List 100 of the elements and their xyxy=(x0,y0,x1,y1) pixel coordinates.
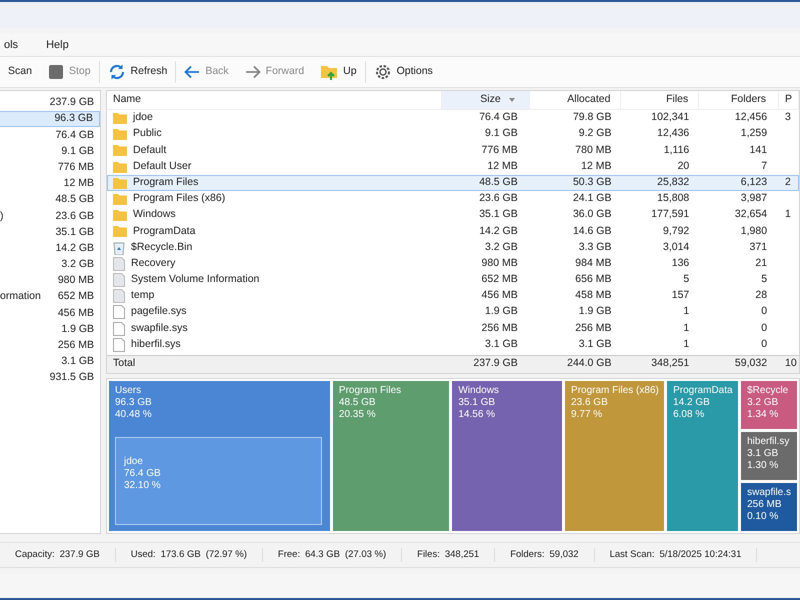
status-label: Free: xyxy=(278,548,300,562)
treemap-label: Windows xyxy=(458,384,500,397)
total-cell: 244.0 GB xyxy=(567,357,612,370)
tree-item[interactable]: 237.9 GB xyxy=(0,95,100,112)
table-cell: 1,116 xyxy=(664,144,690,156)
table-row[interactable]: Default User 12 MB 12 MB 20 7 xyxy=(107,158,799,175)
treemap-block[interactable]: $Recycle 3.2 GB 1.34 % xyxy=(741,380,797,429)
tree-item-size: 9.1 GB xyxy=(61,144,94,159)
treemap-label: 1.30 % xyxy=(747,460,780,472)
total-cell: 59,032 xyxy=(734,357,768,370)
settings-icon xyxy=(374,63,392,81)
stop-icon xyxy=(48,64,64,80)
treemap-label: 76.4 GB xyxy=(124,468,162,480)
table-row[interactable]: Default 776 MB 780 MB 1,116 141 xyxy=(107,142,799,159)
toolbar-button[interactable]: Up xyxy=(312,58,365,86)
status-label: Last Scan: xyxy=(610,548,654,562)
table-cell: 1 xyxy=(683,322,690,334)
tree-item[interactable]: 76.4 GB xyxy=(0,127,100,144)
table-cell: 25,832 xyxy=(657,176,690,188)
tree-item[interactable]: 48.5 GB xyxy=(0,192,100,208)
tree-item[interactable]: 456 MB xyxy=(0,305,100,322)
tree-item-size: 14.2 GB xyxy=(55,240,94,256)
tree-item[interactable]: 35.1 GB xyxy=(0,224,100,241)
tree-item[interactable]: 3.2 GB xyxy=(0,256,100,274)
table-cell: 256 MB xyxy=(482,322,518,334)
total-cell: 348,251 xyxy=(651,357,690,370)
toolbar-button[interactable]: Refresh xyxy=(100,58,176,86)
tree-item[interactable]: 14.2 GB xyxy=(0,240,100,257)
table-cell: 12,436 xyxy=(657,127,690,140)
tree-item-size: 776 MB xyxy=(58,160,94,175)
table-row[interactable]: Public 9.1 GB 9.2 GB 12,436 1,259 xyxy=(107,126,799,142)
treemap-block[interactable]: swapfile.s 256 MB 0.10 % xyxy=(741,482,797,531)
table-row[interactable]: Windows 35.1 GB 36.0 GB 177,591 32,654 1 xyxy=(107,207,799,224)
toolbar-button[interactable]: Scan xyxy=(0,58,40,86)
table-row[interactable]: pagefile.sys 1.9 GB 1.9 GB 1 0 xyxy=(107,304,799,320)
treemap-label: 3.1 GB xyxy=(747,448,780,460)
table-cell: 984 MB xyxy=(575,256,612,269)
treemap-label: ProgramData xyxy=(673,384,732,397)
table-row[interactable]: Recovery 980 MB 984 MB 136 21 xyxy=(107,256,799,272)
table-cell: 12 MB xyxy=(487,160,518,172)
treemap-label: hiberfil.sy xyxy=(747,436,790,448)
tree-item-size: 3.2 GB xyxy=(61,257,94,272)
table-cell: 9,792 xyxy=(662,224,690,237)
table-cell: 776 MB xyxy=(482,144,518,156)
table-row[interactable]: $Recycle.Bin 3.2 GB 3.3 GB 3,014 371 xyxy=(107,240,799,256)
table-row[interactable]: jdoe 76.4 GB 79.8 GB 102,341 12,456 3 xyxy=(107,110,799,126)
column-header[interactable]: Files xyxy=(621,91,700,109)
tree-item[interactable]: ) 23.6 GB xyxy=(0,208,100,224)
table-cell: 0 xyxy=(761,305,768,318)
treemap-block[interactable]: Windows 35.1 GB 14.56 % xyxy=(452,380,562,531)
file-icon xyxy=(113,305,125,320)
table-cell: 32,654 xyxy=(734,208,768,220)
table-row[interactable]: Program Files 48.5 GB 50.3 GB 25,832 6,123 2 xyxy=(107,174,799,191)
treemap-label: 3.2 GB xyxy=(747,396,780,409)
name-cell-text: hiberfil.sys xyxy=(131,336,181,352)
table-cell: 12 MB xyxy=(581,160,612,172)
tree-item-size: 23.6 GB xyxy=(55,208,94,224)
table-cell: 1.9 GB xyxy=(485,305,518,318)
tree-item[interactable]: 931.5 GB xyxy=(0,370,100,386)
recycle-bin-icon xyxy=(113,240,125,255)
table-row[interactable]: Program Files (x86) 23.6 GB 24.1 GB 15,808 3,987 xyxy=(107,190,799,208)
column-header[interactable]: P xyxy=(779,91,799,109)
status-detail: (72.97 %) xyxy=(206,548,247,562)
table-row[interactable]: hiberfil.sys 3.1 GB 3.1 GB 1 0 xyxy=(107,336,799,353)
table-cell: 50.3 GB xyxy=(572,176,612,188)
table-cell: 6,123 xyxy=(740,176,768,188)
table-cell: 3.1 GB xyxy=(485,338,518,350)
status-value: 237.9 GB xyxy=(60,548,100,562)
table-row[interactable]: temp 456 MB 458 MB 157 28 xyxy=(107,288,799,304)
refresh-icon xyxy=(108,63,126,81)
tree-item[interactable]: ormation 652 MB xyxy=(0,289,100,306)
menu-item[interactable]: ols xyxy=(0,36,22,54)
table-row[interactable]: System Volume Information 652 MB 656 MB 5 5 xyxy=(107,272,799,288)
table-cell: 980 MB xyxy=(482,256,518,269)
table-row[interactable]: ProgramData 14.2 GB 14.6 GB 9,792 1,980 xyxy=(107,223,799,240)
tree-item[interactable]: 9.1 GB xyxy=(0,144,100,160)
name-cell-text: Default User xyxy=(133,158,192,174)
folder-icon xyxy=(113,193,127,206)
status-value: 64.3 GB xyxy=(305,548,340,562)
tree-item[interactable]: 96.3 GB xyxy=(0,111,100,128)
tree-item[interactable]: 256 MB xyxy=(0,338,100,354)
table-cell: 7 xyxy=(761,160,768,172)
column-header[interactable]: Size xyxy=(442,91,530,109)
tree-item[interactable]: 1.9 GB xyxy=(0,322,100,338)
menu-item[interactable]: Help xyxy=(42,36,73,54)
treemap-block[interactable]: Users 96.3 GB 40.48 % jdoe 76.4 GB 32.10 % xyxy=(109,380,330,531)
treemap-block[interactable]: hiberfil.sy 3.1 GB 1.30 % xyxy=(741,432,797,480)
tree-item[interactable]: 3.1 GB xyxy=(0,354,100,370)
toolbar-button[interactable]: Options xyxy=(366,58,441,86)
column-header[interactable]: Folders xyxy=(699,91,780,109)
table-cell: 656 MB xyxy=(575,273,612,286)
tree-item[interactable]: 980 MB xyxy=(0,273,100,290)
tree-item[interactable]: 776 MB xyxy=(0,160,100,176)
column-header[interactable]: Allocated xyxy=(530,91,622,109)
table-row[interactable]: swapfile.sys 256 MB 256 MB 1 0 xyxy=(107,320,799,337)
table-cell: 23.6 GB xyxy=(479,192,518,204)
name-cell-text: Default xyxy=(133,142,166,158)
tree-item[interactable]: 12 MB xyxy=(0,176,100,192)
file-icon xyxy=(113,322,125,336)
tree-item-size: 1.9 GB xyxy=(61,322,94,337)
